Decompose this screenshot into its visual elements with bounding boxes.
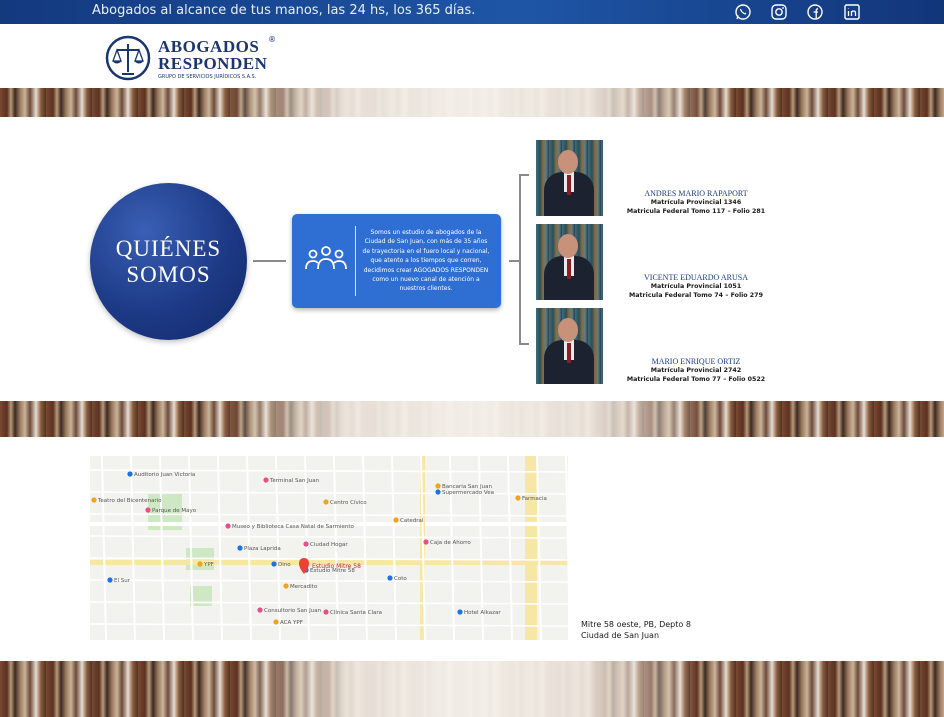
about-title-circle: QUIÉNES SOMOS xyxy=(90,183,247,340)
map-poi-label: El Sur xyxy=(114,578,131,584)
connector-line xyxy=(253,260,286,262)
map-poi-marker xyxy=(91,497,97,503)
instagram-icon[interactable] xyxy=(770,3,788,21)
location-section: Auditorio Juan Victoria Teatro del Bicent… xyxy=(0,437,944,661)
logo[interactable]: ABOGADOS ® RESPONDEN GRUPO DE SERVICIOS … xyxy=(104,34,276,82)
member-federal-registration: Matricula Federal Tomo 74 – Folio 279 xyxy=(629,292,763,299)
registered-mark: ® xyxy=(268,35,276,44)
map-poi-marker xyxy=(515,495,521,501)
map-poi-marker xyxy=(387,575,393,581)
member-photo xyxy=(536,140,603,216)
map-poi-label: Farmacia xyxy=(522,496,547,502)
member-registration: Matrícula Provincial 1051 xyxy=(650,283,742,290)
map-poi-label: Dino xyxy=(278,562,291,568)
scales-of-justice-icon xyxy=(105,35,151,81)
address-line2: Ciudad de San Juan xyxy=(581,631,660,640)
map-poi-label: Terminal San Juan xyxy=(269,478,320,484)
map-poi-marker xyxy=(303,541,309,547)
map-poi-label: Bancaria San Juan xyxy=(442,484,493,490)
map-poi-label: Parque de Mayo xyxy=(152,508,197,514)
map-poi-marker xyxy=(435,483,441,489)
member-card: VICENTE EDUARDO ARUSA Matrícula Provinci… xyxy=(536,224,776,300)
map-poi-marker xyxy=(435,489,441,495)
map-poi-marker xyxy=(257,607,263,613)
top-bar: Abogados al alcance de tus manos, las 24… xyxy=(0,0,944,26)
member-photo xyxy=(536,308,603,384)
map-poi-label: Coto xyxy=(394,576,407,582)
map-poi-label: Mercadito xyxy=(290,584,318,590)
member-name: MARIO ENRIQUE ORTIZ xyxy=(651,357,741,366)
map-poi-marker xyxy=(145,507,151,513)
map-poi-label: Centro Cívico xyxy=(330,499,367,506)
map-poi-marker xyxy=(423,539,429,545)
map-poi-label: Ciudad Hogar xyxy=(310,542,348,548)
facebook-icon[interactable] xyxy=(806,3,824,21)
logo-subline: GRUPO DE SERVICIOS JURÍDICOS S.A.S. xyxy=(158,74,257,80)
map-poi-label: Museo y Biblioteca Casa Natal de Sarmien… xyxy=(232,524,355,530)
map-pin-label: Estudio Mitre 58 xyxy=(312,563,361,570)
map-poi-label: Supermercado Vea xyxy=(442,490,494,496)
map-poi-label: Hotel Alkazar xyxy=(464,610,501,616)
map-poi-marker xyxy=(323,499,329,505)
member-photo xyxy=(536,224,603,300)
bookshelf-banner-middle xyxy=(0,401,944,437)
member-card: MARIO ENRIQUE ORTIZ Matrícula Provincial… xyxy=(536,308,776,384)
map-streets: Auditorio Juan Victoria Teatro del Bicent… xyxy=(90,456,568,640)
map-poi-label: Caja de Ahorro xyxy=(430,540,471,546)
map-poi-marker xyxy=(263,477,269,483)
map-poi-label: Auditorio Juan Victoria xyxy=(134,472,195,478)
members-bracket xyxy=(519,174,529,345)
member-registration: Matrícula Provincial 2742 xyxy=(650,367,742,374)
member-federal-registration: Matricula Federal Tomo 77 – Folio 0522 xyxy=(626,376,766,383)
about-title-line2: SOMOS xyxy=(126,262,211,287)
logo-line2: RESPONDEN xyxy=(158,54,268,73)
member-name: ANDRES MARIO RAPAPORT xyxy=(644,189,748,198)
info-box-separator xyxy=(355,226,356,296)
map-poi-label: Plaza Laprida xyxy=(244,546,281,552)
map-poi-label: Consultorio San Juan xyxy=(264,608,322,614)
map-poi-label: Catedral xyxy=(400,518,424,524)
map-poi-marker xyxy=(107,577,113,583)
about-description: Somos un estudio de abogados de la Ciuda… xyxy=(362,229,490,293)
linkedin-icon[interactable] xyxy=(843,3,861,21)
map-poi-marker xyxy=(127,471,133,477)
bookshelf-banner-bottom xyxy=(0,661,944,717)
map-poi-marker xyxy=(271,561,277,567)
location-map[interactable]: Auditorio Juan Victoria Teatro del Bicent… xyxy=(90,456,568,640)
map-poi-marker xyxy=(283,583,289,589)
team-icon xyxy=(305,246,347,270)
member-card: ANDRES MARIO RAPAPORT Matrícula Provinci… xyxy=(536,140,776,216)
about-section: QUIÉNES SOMOS Somos un estudio de abogad… xyxy=(0,117,944,401)
about-info-box: Somos un estudio de abogados de la Ciuda… xyxy=(292,214,501,308)
map-poi-marker xyxy=(323,609,329,615)
address-line1: Mitre 58 oeste, PB, Depto 8 xyxy=(581,620,691,629)
map-poi-marker xyxy=(237,545,243,551)
map-poi-label: Teatro del Bicentenario xyxy=(97,498,162,504)
member-registration: Matrícula Provincial 1346 xyxy=(650,199,742,206)
map-poi-label: YPF xyxy=(203,562,214,568)
map-poi-marker xyxy=(393,517,399,523)
bookshelf-banner-top xyxy=(0,88,944,117)
member-name: VICENTE EDUARDO ARUSA xyxy=(644,273,748,282)
map-poi-marker xyxy=(225,523,231,529)
map-poi-label: ACA YPF xyxy=(280,620,303,626)
member-federal-registration: Matricula Federal Tomo 117 – Folio 281 xyxy=(626,208,766,215)
map-poi-marker xyxy=(197,561,203,567)
tagline: Abogados al alcance de tus manos, las 24… xyxy=(92,3,476,18)
whatsapp-icon[interactable] xyxy=(734,3,752,21)
site-header: ABOGADOS ® RESPONDEN GRUPO DE SERVICIOS … xyxy=(0,24,944,88)
map-poi-marker xyxy=(457,609,463,615)
about-title-line1: QUIÉNES xyxy=(115,236,222,261)
map-poi-label: Clínica Santa Clara xyxy=(330,609,382,616)
map-poi-marker xyxy=(273,619,279,625)
